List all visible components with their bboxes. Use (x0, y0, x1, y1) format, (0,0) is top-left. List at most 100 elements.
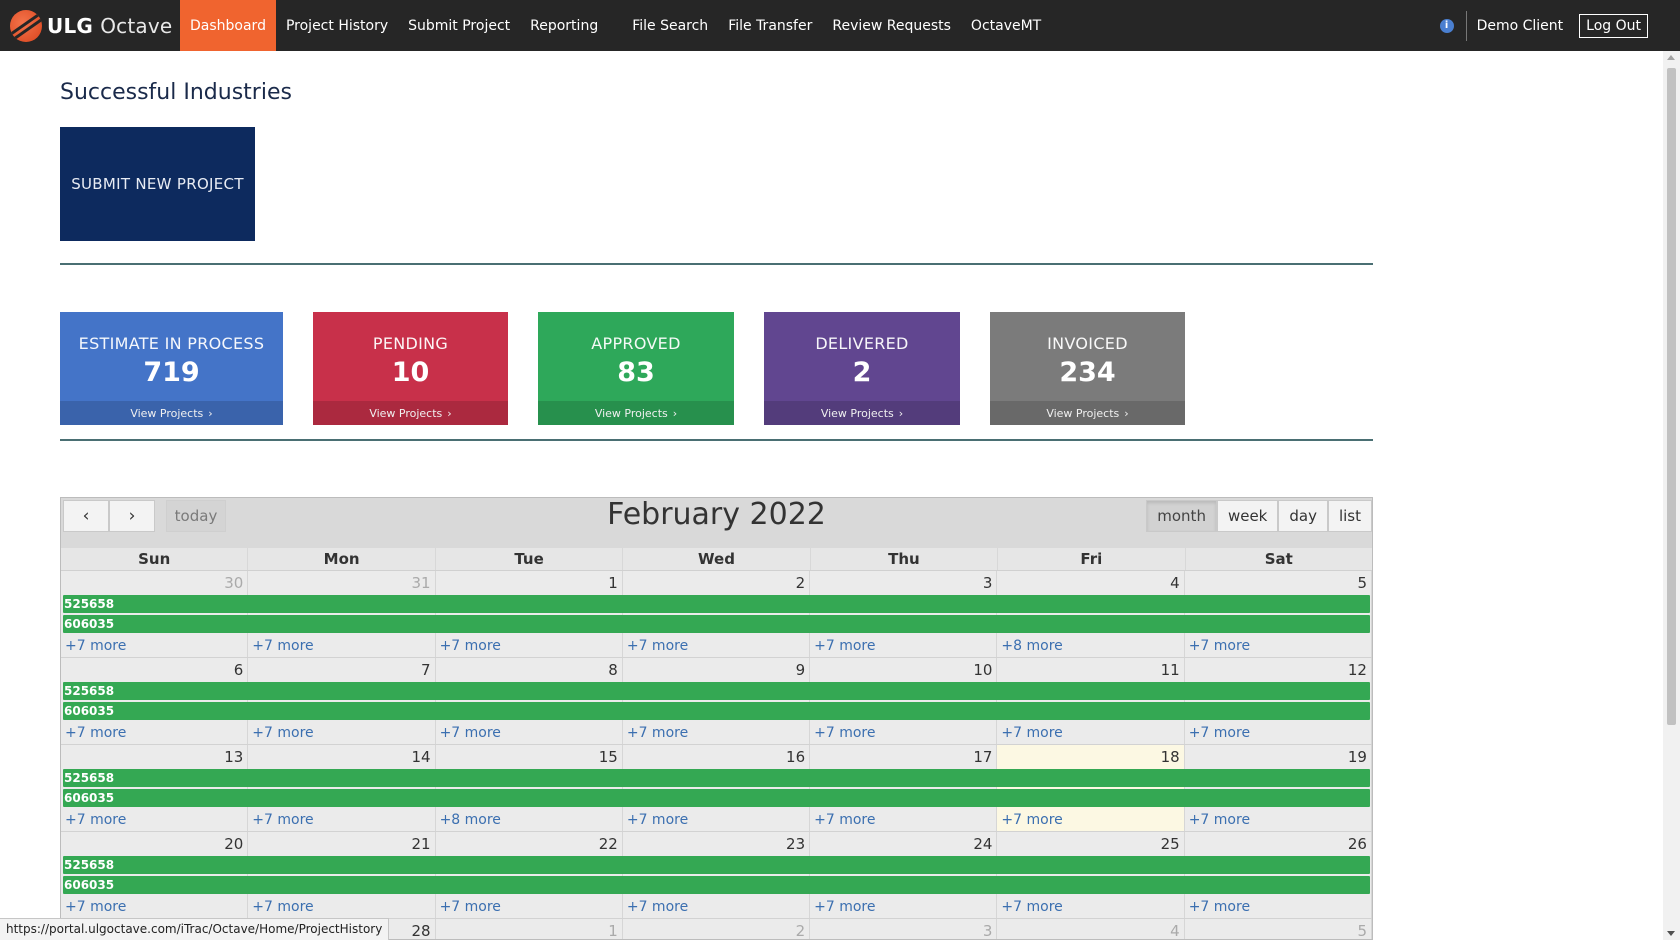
more-events-link[interactable]: +7 more (814, 899, 875, 915)
scroll-down-arrow-icon[interactable] (1667, 931, 1675, 936)
more-events-link[interactable]: +7 more (440, 725, 501, 741)
day-cell[interactable]: 16 +7 more (622, 745, 811, 831)
day-cell[interactable]: 20 +7 more (61, 832, 249, 918)
page-scrollbar[interactable] (1663, 51, 1680, 940)
nav-item-submit-project[interactable]: Submit Project (398, 0, 520, 51)
more-events-link[interactable]: +7 more (627, 899, 688, 915)
nav-item-file-transfer[interactable]: File Transfer (718, 0, 822, 51)
day-cell[interactable]: 1 (435, 919, 623, 939)
more-events-link[interactable]: +7 more (252, 899, 313, 915)
day-cell[interactable]: 30 +7 more (61, 571, 249, 657)
more-events-link[interactable]: +7 more (1001, 812, 1062, 828)
day-cell[interactable]: 5 (1184, 919, 1372, 939)
today-button[interactable]: today (166, 500, 226, 532)
more-events-link[interactable]: +7 more (252, 725, 313, 741)
view-projects-link[interactable]: View Projects › (60, 401, 283, 425)
view-projects-link[interactable]: View Projects › (990, 401, 1185, 425)
view-projects-link[interactable]: View Projects › (313, 401, 508, 425)
calendar-week-row: 6 +7 more 7 +7 more 8 +7 more 9 +7 more 10 +7 mor… (61, 658, 1372, 745)
view-list-button[interactable]: list (1327, 500, 1372, 532)
day-cell[interactable]: 24 +7 more (810, 832, 998, 918)
day-cell[interactable]: 2 (622, 919, 811, 939)
more-events-link[interactable]: +7 more (627, 725, 688, 741)
calendar-event[interactable]: 525658 (63, 769, 1370, 787)
day-cell[interactable]: 5 +7 more (1184, 571, 1372, 657)
day-cell[interactable]: 4 (997, 919, 1185, 939)
info-icon[interactable]: i (1439, 18, 1454, 33)
day-cell[interactable]: 10 +7 more (810, 658, 998, 744)
calendar-event[interactable]: 525658 (63, 595, 1370, 613)
calendar-event[interactable]: 606035 (63, 615, 1370, 633)
day-cell[interactable]: 18 +7 more (997, 745, 1185, 831)
day-cell[interactable]: 15 +8 more (435, 745, 623, 831)
day-cell[interactable]: 31 +7 more (248, 571, 436, 657)
more-events-link[interactable]: +7 more (814, 725, 875, 741)
brand-logo[interactable]: ULG Octave (0, 0, 180, 51)
more-events-link[interactable]: +7 more (1189, 899, 1250, 915)
calendar-event[interactable]: 606035 (63, 789, 1370, 807)
calendar-event[interactable]: 606035 (63, 702, 1370, 720)
log-out-button[interactable]: Log Out (1579, 13, 1648, 38)
more-events-link[interactable]: +7 more (814, 638, 875, 654)
day-cell[interactable]: 12 +7 more (1184, 658, 1372, 744)
more-events-link[interactable]: +7 more (1001, 899, 1062, 915)
more-events-link[interactable]: +7 more (65, 725, 126, 741)
nav-item-file-search[interactable]: File Search (622, 0, 718, 51)
day-cell[interactable]: 13 +7 more (61, 745, 249, 831)
day-cell[interactable]: 25 +7 more (997, 832, 1185, 918)
view-projects-link[interactable]: View Projects › (538, 401, 734, 425)
day-cell[interactable]: 21 +7 more (248, 832, 436, 918)
day-cell[interactable]: 7 +7 more (248, 658, 436, 744)
more-events-link[interactable]: +7 more (627, 812, 688, 828)
prev-month-button[interactable]: ‹ (63, 500, 109, 532)
more-events-link[interactable]: +7 more (814, 812, 875, 828)
calendar-event[interactable]: 525658 (63, 682, 1370, 700)
day-cell[interactable]: 8 +7 more (435, 658, 623, 744)
submit-new-project-button[interactable]: SUBMIT NEW PROJECT (60, 127, 255, 241)
more-events-link[interactable]: +7 more (1001, 725, 1062, 741)
more-events-link[interactable]: +7 more (65, 638, 126, 654)
more-events-link[interactable]: +7 more (252, 638, 313, 654)
more-events-link[interactable]: +7 more (627, 638, 688, 654)
day-cell[interactable]: 22 +7 more (435, 832, 623, 918)
view-month-button[interactable]: month (1146, 500, 1217, 532)
more-events-link[interactable]: +7 more (440, 638, 501, 654)
day-cell[interactable]: 17 +7 more (810, 745, 998, 831)
nav-item-octavemt[interactable]: OctaveMT (961, 0, 1051, 51)
day-number: 13 (224, 748, 244, 766)
next-month-button[interactable]: › (109, 500, 155, 532)
more-events-link[interactable]: +7 more (440, 899, 501, 915)
day-cell[interactable]: 1 +7 more (435, 571, 623, 657)
day-cell[interactable]: 3 (810, 919, 998, 939)
nav-item-project-history[interactable]: Project History (276, 0, 398, 51)
calendar-event[interactable]: 525658 (63, 856, 1370, 874)
nav-item-review-requests[interactable]: Review Requests (822, 0, 961, 51)
more-events-link[interactable]: +7 more (65, 899, 126, 915)
day-cell[interactable]: 2 +7 more (622, 571, 811, 657)
scroll-thumb[interactable] (1667, 68, 1676, 725)
view-week-button[interactable]: week (1216, 500, 1279, 532)
day-cell[interactable]: 6 +7 more (61, 658, 249, 744)
more-events-link[interactable]: +7 more (252, 812, 313, 828)
more-events-link[interactable]: +7 more (1189, 812, 1250, 828)
more-events-link[interactable]: +8 more (1001, 638, 1062, 654)
view-day-button[interactable]: day (1278, 500, 1328, 532)
day-cell[interactable]: 11 +7 more (997, 658, 1185, 744)
day-cell[interactable]: 23 +7 more (622, 832, 811, 918)
scroll-up-arrow-icon[interactable] (1667, 55, 1675, 60)
nav-item-reporting[interactable]: Reporting (520, 0, 608, 51)
nav-item-dashboard[interactable]: Dashboard (180, 0, 276, 51)
day-cell[interactable]: 3 +7 more (810, 571, 998, 657)
more-events-link[interactable]: +7 more (1189, 638, 1250, 654)
view-projects-link[interactable]: View Projects › (764, 401, 960, 425)
more-events-link[interactable]: +8 more (440, 812, 501, 828)
day-cell[interactable]: 4 +8 more (997, 571, 1185, 657)
day-cell[interactable]: 14 +7 more (248, 745, 436, 831)
day-cell[interactable]: 26 +7 more (1184, 832, 1372, 918)
calendar-event[interactable]: 606035 (63, 876, 1370, 894)
day-cell[interactable]: 19 +7 more (1184, 745, 1372, 831)
more-events-link[interactable]: +7 more (65, 812, 126, 828)
more-events-link[interactable]: +7 more (1189, 725, 1250, 741)
day-cell[interactable]: 9 +7 more (622, 658, 811, 744)
client-name-link[interactable]: Demo Client (1477, 18, 1564, 34)
